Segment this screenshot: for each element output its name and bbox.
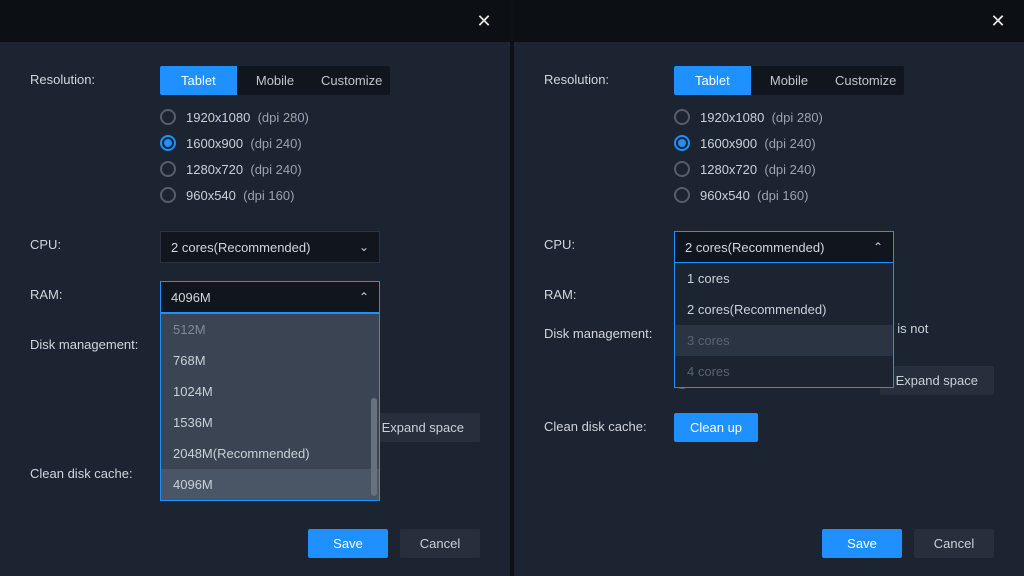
tab-customize[interactable]: Customize [827, 66, 904, 95]
chevron-down-icon: ⌄ [359, 240, 369, 254]
ram-label: RAM: [30, 281, 160, 302]
cpu-value: 2 cores(Recommended) [171, 240, 310, 255]
cpu-option[interactable]: 3 cores [675, 325, 893, 356]
cpu-label: CPU: [544, 231, 674, 252]
resolution-option[interactable]: 1600x900 (dpi 240) [674, 135, 994, 151]
clean-up-button[interactable]: Clean up [674, 413, 758, 442]
cancel-button[interactable]: Cancel [400, 529, 480, 558]
cpu-option[interactable]: 4 cores [675, 356, 893, 387]
expand-space-button[interactable]: Expand space [366, 413, 480, 442]
titlebar: ✕ [514, 0, 1024, 42]
ram-select[interactable]: 4096M ⌃ [160, 281, 380, 313]
ram-option[interactable]: 4096M [161, 469, 379, 500]
radio-icon [674, 187, 690, 203]
cpu-dropdown: 1 cores 2 cores(Recommended) 3 cores 4 c… [674, 263, 894, 388]
resolution-option[interactable]: 1280x720 (dpi 240) [160, 161, 480, 177]
tab-mobile[interactable]: Mobile [237, 66, 314, 95]
ram-label: RAM: [544, 281, 674, 302]
ram-option[interactable]: 1536M [161, 407, 379, 438]
settings-panel-right: ✕ Resolution: Tablet Mobile Customize 19… [514, 0, 1024, 576]
resolution-label: Resolution: [30, 66, 160, 87]
cpu-value: 2 cores(Recommended) [685, 240, 824, 255]
cpu-option[interactable]: 2 cores(Recommended) [675, 294, 893, 325]
clean-label: Clean disk cache: [30, 460, 160, 481]
cpu-select[interactable]: 2 cores(Recommended) ⌃ [674, 231, 894, 263]
clean-label: Clean disk cache: [544, 413, 674, 434]
resolution-option[interactable]: 1280x720 (dpi 240) [674, 161, 994, 177]
disk-label: Disk management: [544, 320, 674, 341]
tab-mobile[interactable]: Mobile [751, 66, 828, 95]
content: Resolution: Tablet Mobile Customize 1920… [0, 42, 510, 511]
ram-option[interactable]: 512M [161, 314, 379, 345]
tab-tablet[interactable]: Tablet [674, 66, 751, 95]
radio-icon [160, 109, 176, 125]
cpu-option[interactable]: 1 cores [675, 263, 893, 294]
resolution-option[interactable]: 960x540 (dpi 160) [674, 187, 994, 203]
resolution-tabs: Tablet Mobile Customize [160, 66, 390, 95]
close-icon[interactable]: ✕ [466, 3, 502, 39]
radio-icon [674, 161, 690, 177]
ram-option[interactable]: 2048M(Recommended) [161, 438, 379, 469]
cancel-button[interactable]: Cancel [914, 529, 994, 558]
resolution-option[interactable]: 1920x1080 (dpi 280) [674, 109, 994, 125]
tab-tablet[interactable]: Tablet [160, 66, 237, 95]
ram-value: 4096M [171, 290, 211, 305]
ram-dropdown: 512M 768M 1024M 1536M 2048M(Recommended)… [160, 313, 380, 501]
resolution-options: 1920x1080 (dpi 280) 1600x900 (dpi 240) 1… [160, 109, 480, 203]
save-button[interactable]: Save [308, 529, 388, 558]
radio-icon [160, 161, 176, 177]
tab-customize[interactable]: Customize [313, 66, 390, 95]
resolution-tabs: Tablet Mobile Customize [674, 66, 904, 95]
scrollbar[interactable] [371, 318, 377, 496]
chevron-up-icon: ⌃ [873, 240, 883, 254]
resolution-option[interactable]: 960x540 (dpi 160) [160, 187, 480, 203]
cpu-select[interactable]: 2 cores(Recommended) ⌄ [160, 231, 380, 263]
resolution-options: 1920x1080 (dpi 280) 1600x900 (dpi 240) 1… [674, 109, 994, 203]
resolution-label: Resolution: [544, 66, 674, 87]
disk-label: Disk management: [30, 331, 160, 352]
chevron-up-icon: ⌃ [359, 290, 369, 304]
ram-option[interactable]: 768M [161, 345, 379, 376]
expand-space-button[interactable]: Expand space [880, 366, 994, 395]
settings-panel-left: ✕ Resolution: Tablet Mobile Customize 19… [0, 0, 510, 576]
ram-option[interactable]: 1024M [161, 376, 379, 407]
resolution-option[interactable]: 1600x900 (dpi 240) [160, 135, 480, 151]
close-icon[interactable]: ✕ [980, 3, 1016, 39]
content: Resolution: Tablet Mobile Customize 1920… [514, 42, 1024, 511]
cpu-label: CPU: [30, 231, 160, 252]
radio-icon [160, 187, 176, 203]
footer: Save Cancel [0, 511, 510, 576]
radio-icon [674, 135, 690, 151]
radio-icon [674, 109, 690, 125]
footer: Save Cancel [514, 511, 1024, 576]
radio-icon [160, 135, 176, 151]
save-button[interactable]: Save [822, 529, 902, 558]
resolution-option[interactable]: 1920x1080 (dpi 280) [160, 109, 480, 125]
titlebar: ✕ [0, 0, 510, 42]
